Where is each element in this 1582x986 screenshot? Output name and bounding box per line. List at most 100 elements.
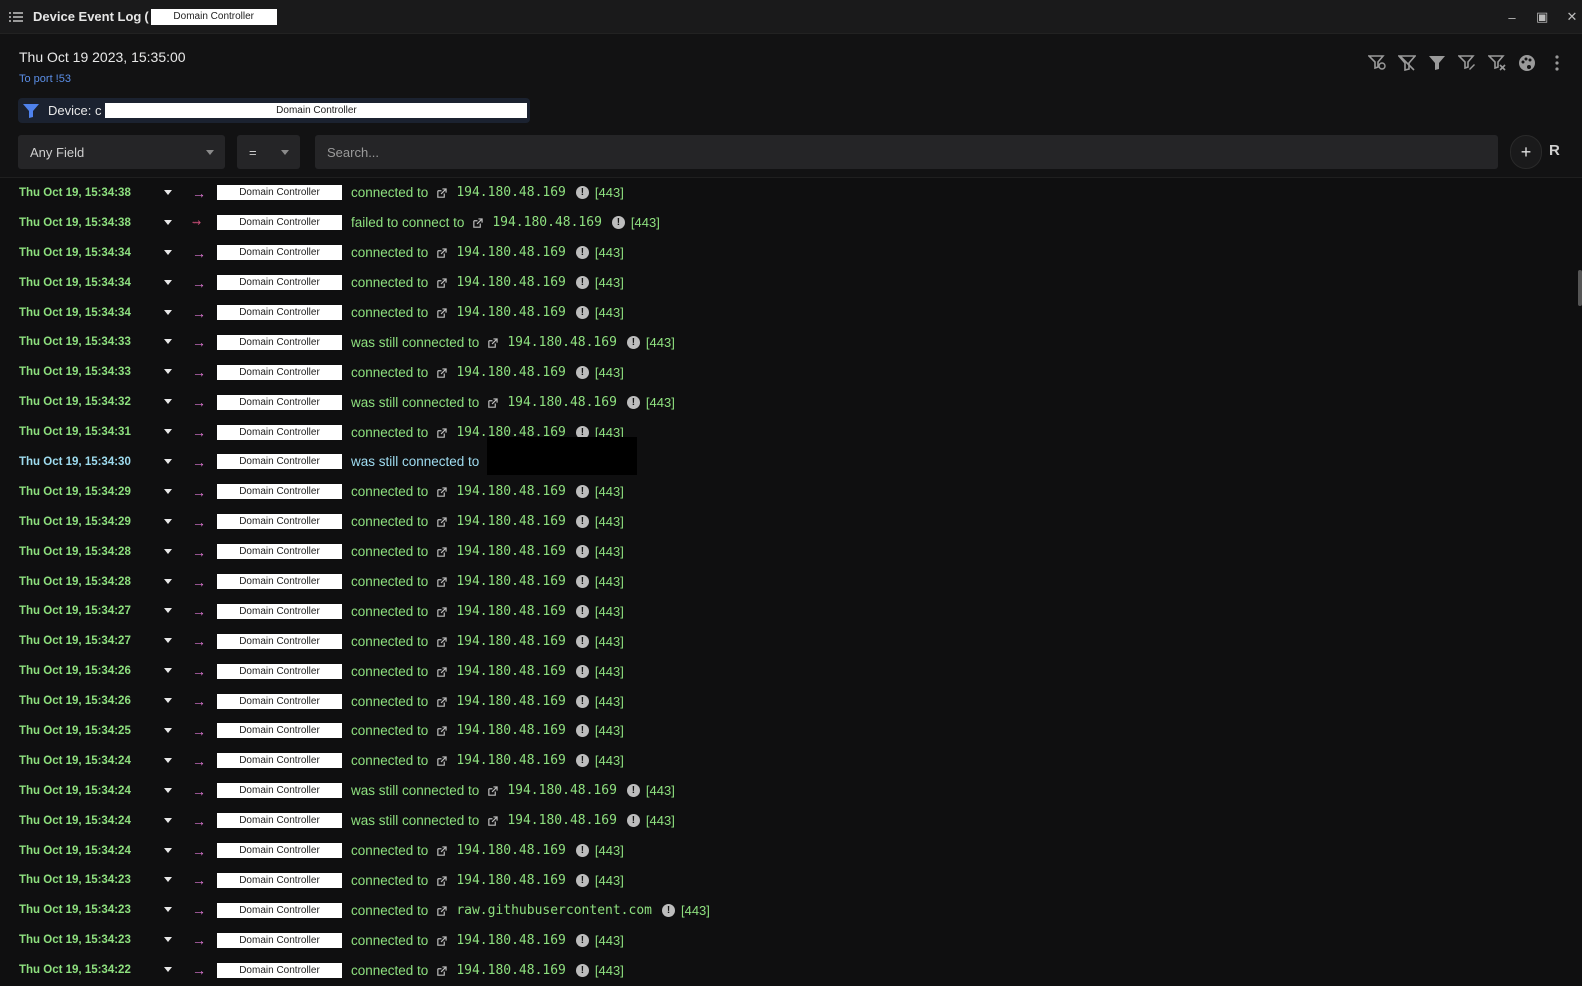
info-icon[interactable]: !: [575, 694, 589, 708]
info-icon[interactable]: !: [575, 186, 589, 200]
external-link-icon[interactable]: [436, 965, 447, 976]
expand-chevron-icon[interactable]: [164, 787, 172, 793]
info-icon[interactable]: !: [575, 575, 589, 589]
expand-chevron-icon[interactable]: [164, 518, 172, 524]
log-row[interactable]: Thu Oct 19, 15:34:25 → Domain Controller co…: [0, 716, 1566, 746]
device-name[interactable]: Domain Controller: [217, 305, 342, 320]
log-row[interactable]: Thu Oct 19, 15:34:27 → Domain Controller co…: [0, 596, 1566, 626]
info-icon[interactable]: !: [626, 395, 640, 409]
log-target[interactable]: 194.180.48.169: [456, 634, 566, 649]
expand-chevron-icon[interactable]: [164, 339, 172, 345]
log-row[interactable]: Thu Oct 19, 15:34:26 → Domain Controller co…: [0, 686, 1566, 716]
log-target[interactable]: 194.180.48.169: [456, 963, 566, 978]
expand-chevron-icon[interactable]: [164, 548, 172, 554]
device-name[interactable]: Domain Controller: [217, 753, 342, 769]
log-row[interactable]: Thu Oct 19, 15:34:28 → Domain Controller co…: [0, 567, 1566, 597]
expand-chevron-icon[interactable]: [164, 847, 172, 853]
log-row[interactable]: Thu Oct 19, 15:34:34 → Domain Controller co…: [0, 268, 1566, 298]
device-name[interactable]: Domain Controller: [217, 484, 342, 500]
external-link-icon[interactable]: [487, 397, 499, 408]
info-icon[interactable]: !: [575, 246, 589, 260]
log-row[interactable]: Thu Oct 19, 15:34:28 → Domain Controller co…: [0, 537, 1566, 567]
log-target[interactable]: 194.180.48.169: [456, 753, 566, 768]
info-icon[interactable]: !: [575, 754, 589, 768]
external-link-icon[interactable]: [487, 337, 499, 348]
log-row[interactable]: Thu Oct 19, 15:34:24 → Domain Controller wa…: [0, 776, 1566, 806]
expand-chevron-icon[interactable]: [164, 967, 172, 973]
log-row[interactable]: Thu Oct 19, 15:34:33 → Domain Controller wa…: [0, 327, 1566, 357]
expand-chevron-icon[interactable]: [164, 578, 172, 584]
external-link-icon[interactable]: [436, 367, 447, 378]
log-row[interactable]: Thu Oct 19, 15:34:23 → Domain Controller co…: [0, 925, 1566, 955]
device-name[interactable]: Domain Controller: [217, 843, 342, 859]
external-link-icon[interactable]: [436, 427, 447, 438]
filter-remove-icon[interactable]: [1488, 54, 1506, 72]
log-target[interactable]: 194.180.48.169: [456, 694, 566, 709]
device-name[interactable]: Domain Controller: [217, 633, 342, 649]
external-link-icon[interactable]: [436, 666, 447, 677]
external-link-icon[interactable]: [436, 486, 447, 498]
log-target[interactable]: 194.180.48.169: [492, 215, 602, 230]
log-target[interactable]: 194.180.48.169: [456, 843, 566, 858]
device-name[interactable]: Domain Controller: [217, 394, 342, 410]
log-row[interactable]: Thu Oct 19, 15:34:30 → Domain Controller wa…: [0, 447, 1566, 477]
search-input[interactable]: [315, 135, 1498, 169]
external-link-icon[interactable]: [436, 576, 447, 587]
log-target[interactable]: 194.180.48.169: [456, 604, 566, 619]
log-row[interactable]: Thu Oct 19, 15:34:38 → Domain Controller co…: [0, 178, 1566, 208]
info-icon[interactable]: !: [575, 604, 589, 618]
external-link-icon[interactable]: [436, 875, 447, 886]
device-name[interactable]: Domain Controller: [217, 932, 342, 948]
device-name[interactable]: Domain Controller: [217, 663, 342, 679]
info-icon[interactable]: !: [626, 814, 640, 828]
log-target[interactable]: 194.180.48.169: [507, 335, 617, 350]
log-target[interactable]: 194.180.48.169: [456, 664, 566, 679]
log-target[interactable]: 194.180.48.169: [507, 813, 617, 828]
expand-chevron-icon[interactable]: [164, 907, 172, 913]
minimize-icon[interactable]: –: [1506, 10, 1518, 25]
external-link-icon[interactable]: [436, 516, 447, 527]
info-icon[interactable]: !: [575, 724, 589, 738]
expand-chevron-icon[interactable]: [164, 668, 172, 674]
info-icon[interactable]: !: [575, 515, 589, 529]
expand-chevron-icon[interactable]: [164, 190, 172, 195]
device-name[interactable]: Domain Controller: [217, 603, 342, 619]
expand-chevron-icon[interactable]: [164, 429, 172, 435]
log-target[interactable]: 194.180.48.169: [456, 275, 566, 290]
close-icon[interactable]: ✕: [1566, 9, 1578, 25]
log-row[interactable]: Thu Oct 19, 15:34:22 → Domain Controller co…: [0, 955, 1566, 985]
external-link-icon[interactable]: [436, 307, 447, 318]
external-link-icon[interactable]: [436, 636, 447, 647]
info-icon[interactable]: !: [575, 873, 589, 887]
expand-chevron-icon[interactable]: [164, 608, 172, 614]
expand-chevron-icon[interactable]: [164, 369, 172, 375]
log-target[interactable]: 194.180.48.169: [456, 873, 566, 888]
palette-icon[interactable]: [1518, 54, 1536, 72]
log-row[interactable]: Thu Oct 19, 15:34:23 → Domain Controller co…: [0, 895, 1566, 925]
info-icon[interactable]: !: [575, 844, 589, 858]
expand-chevron-icon[interactable]: [164, 698, 172, 704]
external-link-icon[interactable]: [436, 247, 447, 258]
log-row[interactable]: Thu Oct 19, 15:34:34 → Domain Controller co…: [0, 298, 1566, 328]
device-name[interactable]: Domain Controller: [217, 334, 342, 350]
log-row[interactable]: Thu Oct 19, 15:34:29 → Domain Controller co…: [0, 507, 1566, 537]
log-target[interactable]: 194.180.48.169: [456, 305, 566, 320]
external-link-icon[interactable]: [436, 277, 447, 288]
log-row[interactable]: Thu Oct 19, 15:34:33 → Domain Controller co…: [0, 357, 1566, 387]
expand-chevron-icon[interactable]: [164, 219, 172, 225]
device-name[interactable]: Domain Controller: [217, 574, 342, 590]
log-row[interactable]: Thu Oct 19, 15:34:38 ⇝ Domain Controller fa…: [0, 208, 1566, 238]
device-name[interactable]: Domain Controller: [217, 454, 342, 470]
log-target[interactable]: 194.180.48.169: [456, 933, 566, 948]
scrollbar[interactable]: [1578, 270, 1582, 306]
expand-chevron-icon[interactable]: [164, 757, 172, 763]
expand-chevron-icon[interactable]: [164, 937, 172, 943]
info-icon[interactable]: !: [661, 903, 675, 917]
log-target[interactable]: 194.180.48.169: [507, 783, 617, 798]
external-link-icon[interactable]: [487, 815, 499, 826]
add-filter-button[interactable]: +: [1510, 135, 1542, 169]
log-target[interactable]: 194.180.48.169: [456, 185, 566, 200]
info-icon[interactable]: !: [611, 216, 625, 230]
log-row[interactable]: Thu Oct 19, 15:34:34 → Domain Controller co…: [0, 238, 1566, 268]
filter-add-icon[interactable]: [1368, 54, 1386, 72]
